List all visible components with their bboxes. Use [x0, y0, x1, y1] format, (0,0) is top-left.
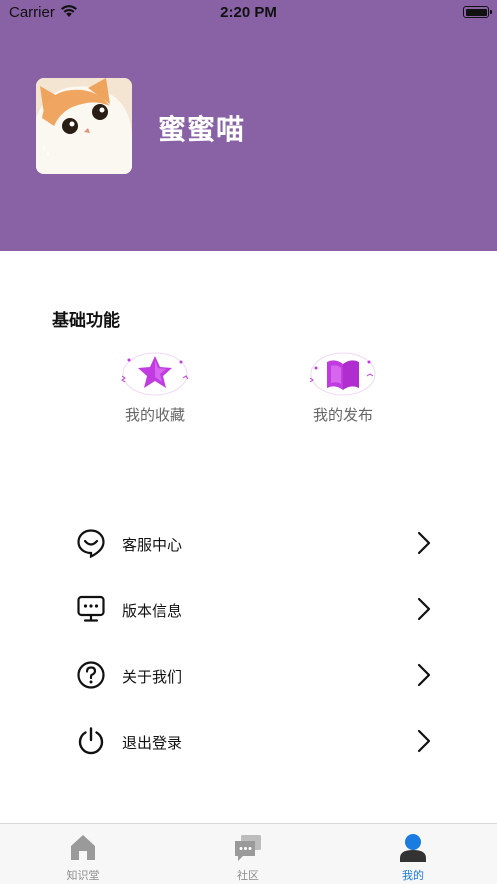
my-posts-label: 我的发布: [312, 406, 373, 424]
menu-item-logout[interactable]: 退出登录: [76, 719, 436, 765]
tab-community[interactable]: 社区: [188, 824, 308, 884]
profile-header: Carrier 2:20 PM 蜜蜜喵: [0, 0, 497, 251]
customer-service-icon: [77, 529, 105, 558]
power-icon: [78, 727, 104, 755]
chevron-right-icon: [417, 597, 431, 621]
menu-label-customer-service: 客服中心: [122, 536, 183, 554]
tab-knowledge[interactable]: 知识堂: [23, 824, 143, 884]
favorites-button[interactable]: 我的收藏: [95, 348, 215, 425]
menu-item-version-info[interactable]: 版本信息: [76, 587, 436, 633]
battery-icon: [463, 6, 492, 18]
tab-label-knowledge: 知识堂: [66, 869, 100, 882]
version-info-icon: [77, 595, 105, 622]
tab-mine[interactable]: 我的: [353, 824, 473, 884]
avatar[interactable]: [36, 78, 132, 174]
favorites-label: 我的收藏: [124, 406, 185, 424]
chat-icon: [235, 835, 261, 861]
menu-label-version-info: 版本信息: [122, 602, 183, 620]
section-title-basic-functions: 基础功能: [52, 311, 120, 331]
menu-item-customer-service[interactable]: 客服中心: [76, 521, 436, 567]
menu-label-logout: 退出登录: [122, 734, 183, 752]
tab-label-mine: 我的: [402, 869, 424, 882]
cat-avatar-image: [36, 78, 132, 174]
menu-label-about-us: 关于我们: [122, 668, 183, 686]
chevron-right-icon: [417, 729, 431, 753]
chevron-right-icon: [417, 663, 431, 687]
username: 蜜蜜喵: [158, 113, 246, 146]
tab-bar: 知识堂 社区 我的: [0, 823, 497, 884]
status-bar: Carrier 2:20 PM: [0, 0, 497, 26]
menu-item-about-us[interactable]: 关于我们: [76, 653, 436, 699]
home-icon: [71, 835, 95, 860]
star-icon: [121, 352, 189, 396]
chevron-right-icon: [417, 531, 431, 555]
question-icon: [77, 661, 105, 689]
status-time: 2:20 PM: [220, 4, 277, 21]
book-icon: [309, 352, 376, 396]
tab-label-community: 社区: [237, 869, 259, 882]
my-posts-button[interactable]: 我的发布: [283, 348, 403, 425]
user-icon: [400, 834, 426, 862]
